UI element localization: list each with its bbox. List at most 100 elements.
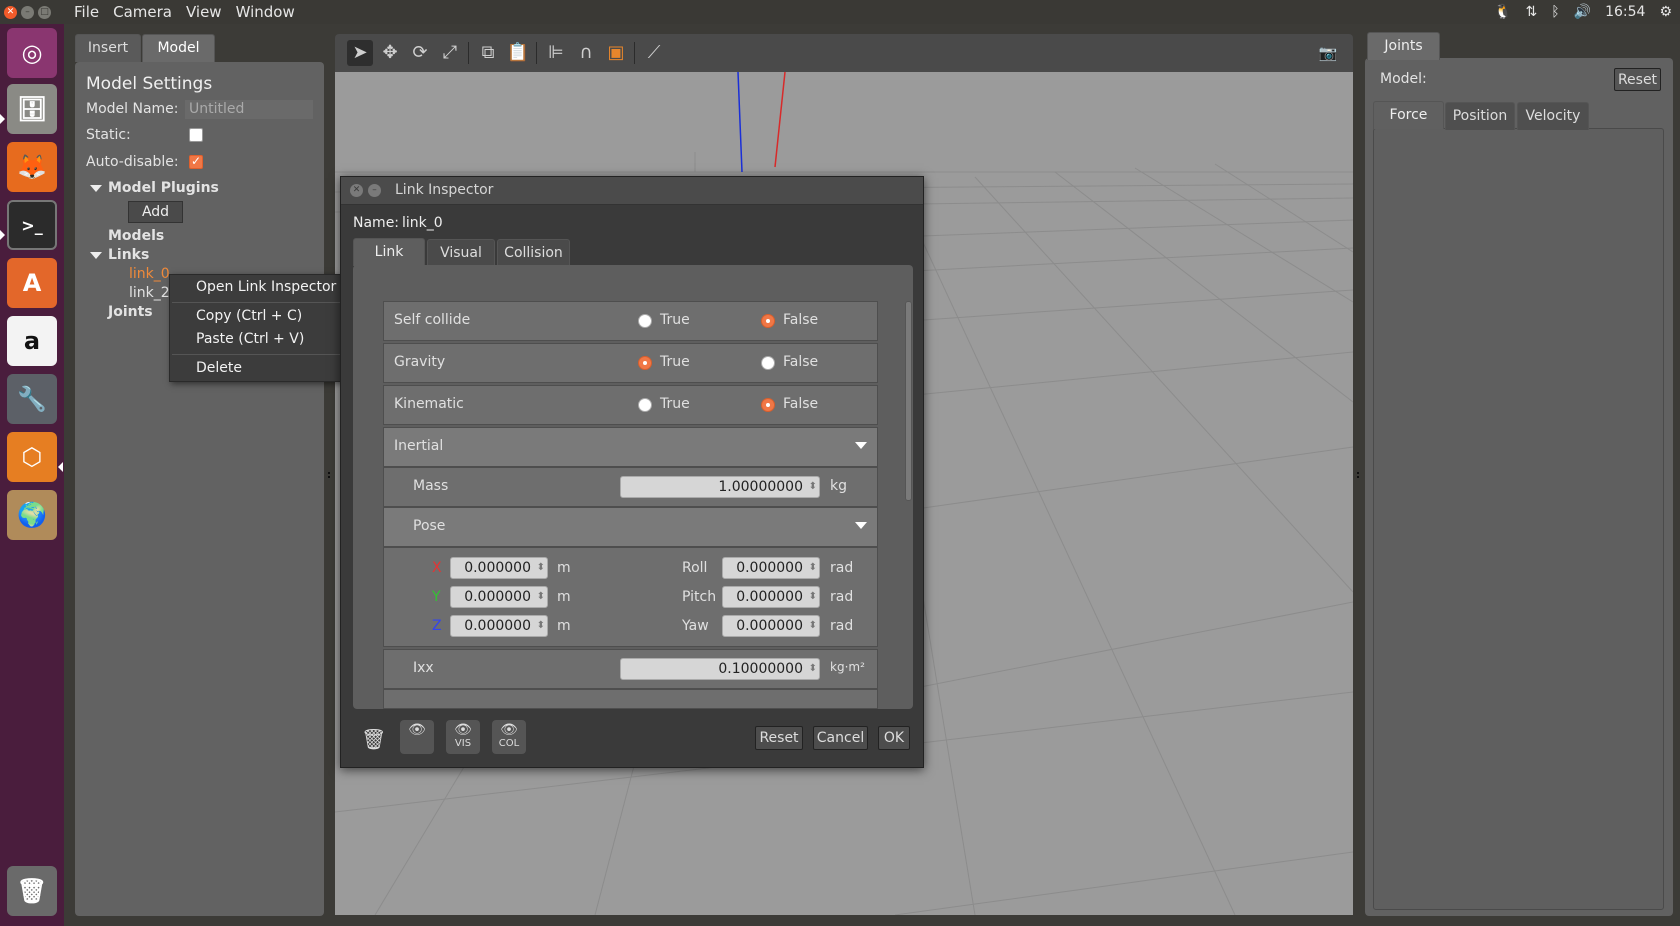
view-angle-icon[interactable]: ▣ bbox=[603, 40, 629, 66]
tab-visual[interactable]: Visual bbox=[427, 239, 495, 267]
paste-icon[interactable]: 📋 bbox=[505, 40, 531, 66]
tab-collision[interactable]: Collision bbox=[497, 239, 570, 267]
menu-item-delete[interactable]: Delete bbox=[196, 360, 242, 376]
menu-item-copy[interactable]: Copy (Ctrl + C) bbox=[196, 308, 302, 324]
pose-roll-input[interactable]: 0.000000 bbox=[722, 557, 820, 579]
dialog-close-button[interactable]: ✕ bbox=[350, 184, 363, 197]
window-minimize-button[interactable]: – bbox=[21, 5, 34, 19]
scale-mode-icon[interactable]: ⤢ bbox=[437, 40, 463, 66]
viewport-toolbar: ➤ ✥ ⟳ ⤢ ⧉ 📋 ⊫ ∩ ▣ ⟋ 📷 bbox=[335, 34, 1353, 72]
trash-icon[interactable]: 🗑 bbox=[361, 727, 386, 751]
joints-reset-button[interactable]: Reset bbox=[1614, 68, 1661, 91]
tab-model[interactable]: Model bbox=[142, 34, 215, 62]
static-checkbox[interactable] bbox=[189, 128, 203, 142]
files-icon[interactable]: 🗄 bbox=[7, 84, 57, 134]
reset-button[interactable]: Reset bbox=[755, 726, 803, 750]
bluetooth-icon[interactable]: ᛒ bbox=[1551, 4, 1559, 20]
archive-manager-icon[interactable]: 🌍 bbox=[7, 490, 57, 540]
self-collide-true-radio[interactable] bbox=[638, 314, 652, 328]
pose-z-input[interactable]: 0.000000 bbox=[450, 615, 548, 637]
pose-z-label: Z bbox=[432, 618, 442, 634]
model-name-field[interactable]: Untitled bbox=[185, 100, 313, 119]
cancel-button[interactable]: Cancel bbox=[813, 726, 868, 750]
gazebo-icon[interactable]: ⬡ bbox=[7, 432, 57, 482]
scrollbar-thumb[interactable] bbox=[905, 301, 912, 501]
translate-mode-icon[interactable]: ✥ bbox=[377, 40, 403, 66]
network-icon[interactable]: ⇅ bbox=[1526, 4, 1538, 20]
system-settings-icon[interactable]: 🔧 bbox=[7, 374, 57, 424]
pose-x-input[interactable]: 0.000000 bbox=[450, 557, 548, 579]
subtab-force[interactable]: Force bbox=[1373, 101, 1444, 129]
self-collide-false-radio[interactable] bbox=[761, 314, 775, 328]
menu-item-paste[interactable]: Paste (Ctrl + V) bbox=[196, 331, 304, 347]
subtab-velocity[interactable]: Velocity bbox=[1517, 102, 1589, 130]
ixx-input[interactable]: 0.10000000 bbox=[620, 658, 820, 680]
menu-file[interactable]: File bbox=[74, 3, 99, 21]
dialog-minimize-button[interactable]: – bbox=[368, 184, 381, 197]
software-center-icon[interactable]: A bbox=[7, 258, 57, 308]
show-collision-button[interactable]: 👁 COL bbox=[492, 720, 526, 754]
models-label[interactable]: Models bbox=[108, 228, 164, 244]
volume-icon[interactable]: 🔊 bbox=[1574, 4, 1591, 20]
eye-icon: 👁 bbox=[408, 722, 426, 738]
pose-yaw-label: Yaw bbox=[682, 618, 709, 634]
gravity-false-radio[interactable] bbox=[761, 356, 775, 370]
rotate-mode-icon[interactable]: ⟳ bbox=[407, 40, 433, 66]
window-close-button[interactable]: ✕ bbox=[4, 5, 17, 19]
model-plugins-header[interactable]: Model Plugins bbox=[90, 180, 219, 196]
tree-item-link-0[interactable]: link_0 bbox=[129, 266, 170, 282]
show-link-frame-icon[interactable]: 👁 bbox=[400, 720, 434, 754]
right-splitter-handle[interactable] bbox=[1356, 470, 1360, 480]
tab-insert[interactable]: Insert bbox=[75, 34, 141, 62]
menu-camera[interactable]: Camera bbox=[113, 3, 172, 21]
kinematic-true-radio[interactable] bbox=[638, 398, 652, 412]
pose-yaw-input[interactable]: 0.000000 bbox=[722, 615, 820, 637]
vis-label: VIS bbox=[454, 738, 472, 749]
pose-pitch-input[interactable]: 0.000000 bbox=[722, 586, 820, 608]
screenshot-camera-icon[interactable]: 📷 bbox=[1315, 40, 1341, 66]
joint-creation-icon[interactable]: ⟋ bbox=[641, 40, 667, 66]
kinematic-false-radio[interactable] bbox=[761, 398, 775, 412]
tab-link[interactable]: Link bbox=[353, 238, 425, 266]
properties-scrollbar[interactable] bbox=[905, 301, 912, 501]
select-mode-icon[interactable]: ➤ bbox=[347, 40, 373, 66]
mass-input[interactable]: 1.00000000 bbox=[620, 476, 820, 498]
menu-item-open-link-inspector[interactable]: Open Link Inspector bbox=[196, 279, 336, 295]
dialog-title: Link Inspector bbox=[395, 182, 494, 198]
window-maximize-button[interactable]: □ bbox=[38, 5, 51, 19]
joints-label[interactable]: Joints bbox=[108, 304, 153, 320]
mass-unit: kg bbox=[830, 478, 847, 494]
snap-icon[interactable]: ∩ bbox=[573, 40, 599, 66]
linux-tux-icon[interactable]: 🐧 bbox=[1494, 4, 1511, 20]
menu-window[interactable]: Window bbox=[236, 3, 295, 21]
inertial-header[interactable]: Inertial bbox=[383, 427, 878, 467]
terminal-icon[interactable]: >_ bbox=[7, 200, 57, 250]
pose-header[interactable]: Pose bbox=[383, 507, 878, 547]
firefox-icon[interactable]: 🦊 bbox=[7, 142, 57, 192]
trash-icon[interactable]: 🗑 bbox=[7, 866, 57, 916]
align-icon[interactable]: ⊫ bbox=[543, 40, 569, 66]
subtab-position[interactable]: Position bbox=[1445, 102, 1515, 130]
toolbar-separator bbox=[468, 42, 469, 64]
pose-pitch-label: Pitch bbox=[682, 589, 717, 605]
tab-joints[interactable]: Joints bbox=[1367, 32, 1440, 60]
dialog-titlebar[interactable]: ✕ – Link Inspector bbox=[341, 177, 923, 205]
links-header[interactable]: Links bbox=[90, 247, 149, 263]
ok-button[interactable]: OK bbox=[878, 726, 910, 750]
power-gear-icon[interactable]: ⚙ bbox=[1659, 4, 1672, 20]
show-visual-button[interactable]: 👁 VIS bbox=[446, 720, 480, 754]
left-splitter-handle[interactable] bbox=[327, 470, 331, 480]
ubuntu-dash-icon[interactable]: ◎ bbox=[7, 28, 57, 78]
mass-label: Mass bbox=[413, 478, 449, 494]
tree-item-link-2[interactable]: link_2 bbox=[129, 285, 170, 301]
add-plugin-button[interactable]: Add bbox=[128, 201, 183, 223]
gravity-true-radio[interactable] bbox=[638, 356, 652, 370]
auto-disable-checkbox[interactable] bbox=[189, 154, 203, 169]
clock[interactable]: 16:54 bbox=[1605, 4, 1645, 20]
copy-icon[interactable]: ⧉ bbox=[475, 40, 501, 66]
pose-y-label: Y bbox=[432, 589, 441, 605]
amazon-icon[interactable]: a bbox=[7, 316, 57, 366]
links-label: Links bbox=[108, 247, 150, 263]
pose-y-input[interactable]: 0.000000 bbox=[450, 586, 548, 608]
menu-view[interactable]: View bbox=[186, 3, 222, 21]
